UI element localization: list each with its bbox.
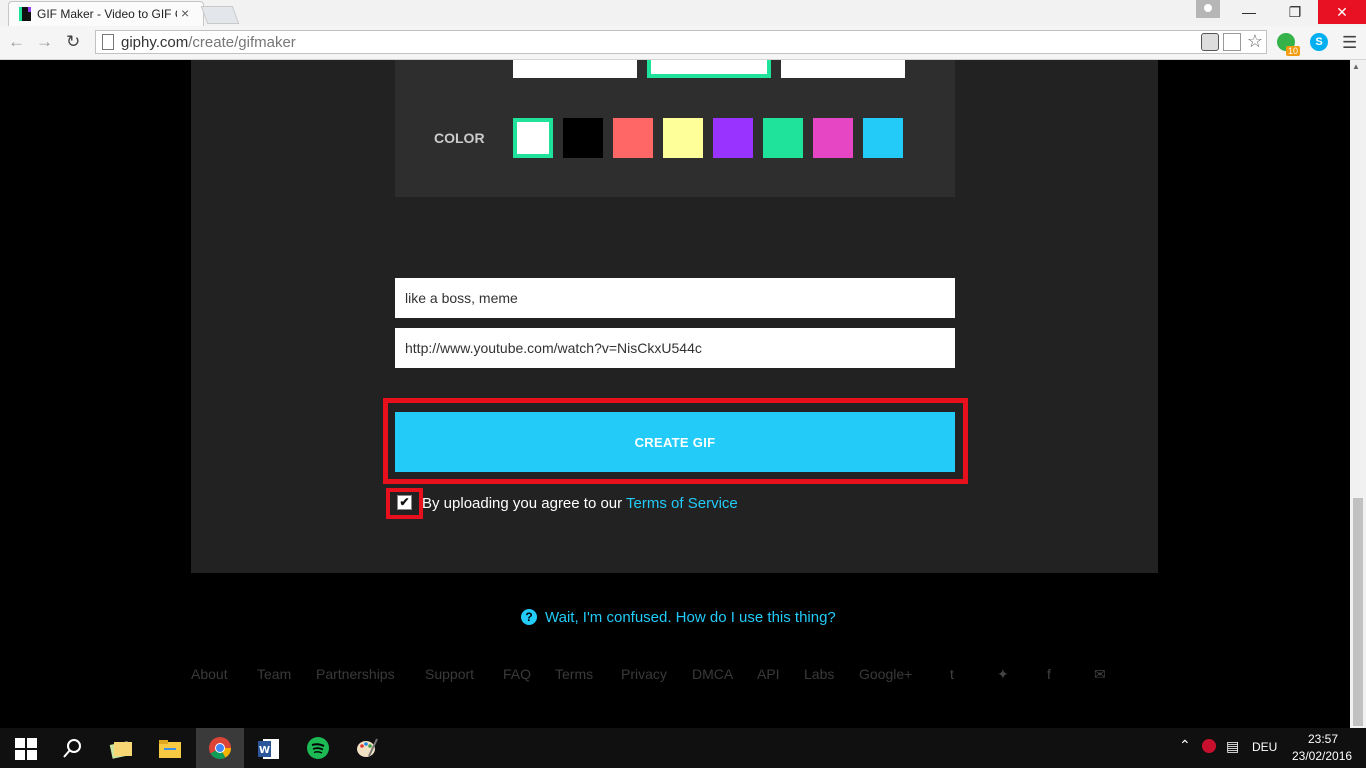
- color-swatch-white[interactable]: [513, 118, 553, 158]
- address-bar[interactable]: giphy.com/create/gifmaker: [95, 30, 1267, 54]
- clock-time[interactable]: 23:57: [1308, 732, 1338, 746]
- color-swatch-yellow[interactable]: [663, 118, 703, 158]
- url-text: giphy.com/create/gifmaker: [121, 34, 296, 51]
- browser-titlebar: GIF Maker - Video to GIF C × — ❐ ✕: [0, 0, 1366, 26]
- shield-extension-icon[interactable]: [1201, 33, 1219, 51]
- menu-icon[interactable]: ☰: [1342, 33, 1357, 53]
- color-swatch-green[interactable]: [763, 118, 803, 158]
- translate-icon[interactable]: [1223, 33, 1241, 51]
- scroll-up-icon[interactable]: ▲: [1352, 62, 1360, 71]
- windows-start-icon[interactable]: [14, 737, 38, 761]
- tags-input[interactable]: [395, 278, 955, 318]
- style-option-cubic[interactable]: [781, 60, 905, 78]
- page-content: COLOR CREATE GIF ✔ By uploading you agre…: [0, 60, 1350, 704]
- extension-badge: 10: [1286, 46, 1301, 56]
- color-swatch-red[interactable]: [613, 118, 653, 158]
- new-tab-button[interactable]: [200, 6, 240, 24]
- help-link[interactable]: Wait, I'm confused. How do I use this th…: [545, 609, 836, 626]
- skype-icon[interactable]: S: [1310, 33, 1328, 51]
- url-host: giphy.com: [121, 34, 189, 51]
- color-swatch-pink[interactable]: [813, 118, 853, 158]
- create-gif-button[interactable]: CREATE GIF: [395, 412, 955, 472]
- tray-message-icon[interactable]: ▤: [1226, 738, 1239, 755]
- spotify-icon[interactable]: [306, 736, 330, 760]
- footer-link-google-[interactable]: Google+: [859, 666, 912, 682]
- chrome-icon[interactable]: [208, 736, 232, 760]
- agree-terms-text: By uploading you agree to our Terms of S…: [422, 495, 738, 512]
- search-icon[interactable]: [61, 737, 85, 761]
- browser-tab[interactable]: GIF Maker - Video to GIF C ×: [8, 1, 204, 26]
- paint-icon[interactable]: [355, 736, 379, 760]
- footer-link-dmca[interactable]: DMCA: [692, 666, 733, 682]
- footer-link-terms[interactable]: Terms: [555, 666, 593, 682]
- minimize-button[interactable]: —: [1226, 0, 1272, 24]
- tray-chevron-up-icon[interactable]: ⌃: [1179, 737, 1191, 754]
- page-icon: [102, 34, 114, 50]
- footer-link-faq[interactable]: FAQ: [503, 666, 531, 682]
- svg-text:W: W: [259, 745, 270, 756]
- style-option-default[interactable]: [513, 60, 637, 78]
- reload-icon[interactable]: ↻: [66, 32, 80, 52]
- bookmark-star-icon[interactable]: ☆: [1246, 32, 1264, 51]
- help-question-icon[interactable]: ?: [521, 609, 537, 625]
- color-swatch-black[interactable]: [563, 118, 603, 158]
- browser-toolbar: ← → ↻ giphy.com/create/gifmaker: [0, 26, 1366, 60]
- style-option-mono[interactable]: [647, 60, 771, 78]
- twitter-icon[interactable]: ✦: [997, 666, 1009, 683]
- giphy-favicon-icon: [19, 7, 31, 21]
- clock-date[interactable]: 23/02/2016: [1292, 749, 1352, 763]
- url-path: /create/gifmaker: [188, 34, 296, 51]
- tray-mcafee-icon[interactable]: [1202, 739, 1216, 753]
- footer-link-labs[interactable]: Labs: [804, 666, 834, 682]
- forward-arrow-icon[interactable]: →: [36, 32, 53, 52]
- terms-of-service-link[interactable]: Terms of Service: [626, 495, 738, 512]
- footer-link-team[interactable]: Team: [257, 666, 291, 682]
- restore-button[interactable]: ❐: [1272, 0, 1318, 24]
- user-profile-icon[interactable]: [1196, 0, 1220, 18]
- agree-terms-label: By uploading you agree to our: [422, 495, 627, 512]
- back-arrow-icon[interactable]: ←: [8, 32, 25, 52]
- close-window-button[interactable]: ✕: [1318, 0, 1366, 24]
- footer-link-support[interactable]: Support: [425, 666, 474, 682]
- tumblr-icon[interactable]: t: [950, 666, 954, 682]
- color-swatch-purple[interactable]: [713, 118, 753, 158]
- video-url-input[interactable]: [395, 328, 955, 368]
- mail-icon[interactable]: ✉: [1094, 666, 1106, 683]
- word-icon[interactable]: W: [257, 737, 281, 761]
- footer-link-about[interactable]: About: [191, 666, 228, 682]
- scrollbar-thumb[interactable]: [1353, 498, 1363, 726]
- facebook-icon[interactable]: f: [1047, 666, 1051, 682]
- color-swatch-blue[interactable]: [863, 118, 903, 158]
- tray-language[interactable]: DEU: [1252, 740, 1277, 754]
- footer-link-api[interactable]: API: [757, 666, 780, 682]
- footer-link-partnerships[interactable]: Partnerships: [316, 666, 395, 682]
- agree-terms-checkbox[interactable]: ✔: [397, 495, 412, 510]
- tab-title: GIF Maker - Video to GIF C: [37, 7, 177, 21]
- color-label: COLOR: [434, 130, 485, 146]
- file-explorer-icon[interactable]: [158, 737, 182, 761]
- footer-link-privacy[interactable]: Privacy: [621, 666, 667, 682]
- tab-close-icon[interactable]: ×: [181, 5, 189, 21]
- task-view-icon[interactable]: [109, 737, 133, 761]
